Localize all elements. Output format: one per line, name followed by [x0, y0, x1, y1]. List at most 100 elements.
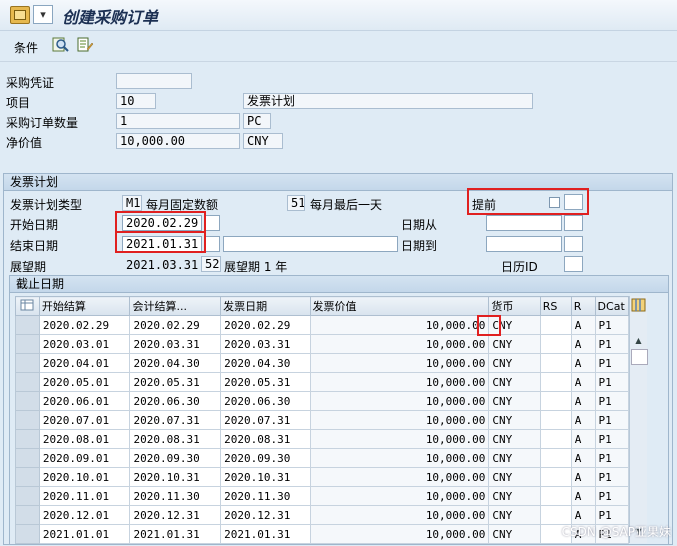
row-selector[interactable] — [15, 524, 40, 544]
cell-acct[interactable]: 2020.09.30 — [129, 448, 222, 468]
cell-dcat[interactable]: P1 — [594, 315, 629, 335]
table-row[interactable]: 2020.09.01 2020.09.30 2020.09.30 10,000.00 C… — [15, 448, 629, 468]
col-header-acct[interactable]: 会计结算... — [129, 296, 222, 316]
cell-start[interactable]: 2020.05.01 — [38, 372, 131, 392]
cell-rs[interactable] — [539, 467, 572, 487]
cell-start[interactable]: 2020.02.29 — [38, 315, 131, 335]
cell-rs[interactable] — [539, 486, 572, 506]
cell-value[interactable]: 10,000.00 — [309, 372, 490, 392]
cell-dcat[interactable]: P1 — [594, 391, 629, 411]
item-text-field[interactable]: 发票计划 — [243, 93, 533, 109]
scroll-up-button[interactable]: ▲ — [631, 334, 646, 348]
cell-acct[interactable]: 2020.02.29 — [129, 315, 222, 335]
row-selector[interactable] — [15, 505, 40, 525]
cell-invoice-date[interactable]: 2020.12.31 — [220, 505, 311, 525]
cell-dcat[interactable]: P1 — [594, 353, 629, 373]
cell-r[interactable]: A — [570, 372, 596, 392]
cell-value[interactable]: 10,000.00 — [309, 315, 490, 335]
table-row[interactable]: 2020.11.01 2020.11.30 2020.11.30 10,000.00 C… — [15, 486, 629, 506]
cell-invoice-date[interactable]: 2020.11.30 — [220, 486, 311, 506]
cell-invoice-date[interactable]: 2020.08.31 — [220, 429, 311, 449]
row-selector[interactable] — [15, 429, 40, 449]
net-currency-field[interactable]: CNY — [243, 133, 283, 149]
calendar-field[interactable] — [564, 256, 583, 272]
cell-acct[interactable]: 2020.10.31 — [129, 467, 222, 487]
cell-rs[interactable] — [539, 410, 572, 430]
cell-rs[interactable] — [539, 448, 572, 468]
conditions-button[interactable]: 条件 — [14, 39, 38, 56]
menu-dropdown-icon[interactable]: ▾ — [33, 5, 53, 24]
cell-invoice-date[interactable]: 2020.03.31 — [220, 334, 311, 354]
cell-r[interactable]: A — [570, 315, 596, 335]
end-date-text-field[interactable] — [223, 236, 398, 252]
cell-acct[interactable]: 2020.04.30 — [129, 353, 222, 373]
cell-dcat[interactable]: P1 — [594, 486, 629, 506]
row-selector[interactable] — [15, 372, 40, 392]
start-date-extra-field[interactable] — [205, 215, 220, 231]
qty-unit-field[interactable]: PC — [243, 113, 271, 129]
cell-start[interactable]: 2020.07.01 — [38, 410, 131, 430]
cell-acct[interactable]: 2020.03.31 — [129, 334, 222, 354]
cell-currency[interactable]: CNY — [488, 372, 541, 392]
table-row[interactable]: 2020.07.01 2020.07.31 2020.07.31 10,000.00 C… — [15, 410, 629, 430]
cell-rs[interactable] — [539, 315, 572, 335]
cell-invoice-date[interactable]: 2020.06.30 — [220, 391, 311, 411]
cell-invoice-date[interactable]: 2020.02.29 — [220, 315, 311, 335]
cell-dcat[interactable]: P1 — [594, 410, 629, 430]
table-row[interactable]: 2020.03.01 2020.03.31 2020.03.31 10,000.00 C… — [15, 334, 629, 354]
cell-dcat[interactable]: P1 — [594, 448, 629, 468]
cell-value[interactable]: 10,000.00 — [309, 505, 490, 525]
cell-dcat[interactable]: P1 — [594, 372, 629, 392]
cell-value[interactable]: 10,000.00 — [309, 486, 490, 506]
cell-acct[interactable]: 2020.07.31 — [129, 410, 222, 430]
advance-checkbox[interactable] — [549, 197, 560, 208]
col-header-r[interactable]: R — [570, 296, 596, 316]
cell-start[interactable]: 2021.01.01 — [38, 524, 131, 544]
col-header-value[interactable]: 发票价值 — [309, 296, 490, 316]
cell-start[interactable]: 2020.03.01 — [38, 334, 131, 354]
table-scrollbar[interactable]: ▲ ▼ — [629, 296, 648, 543]
cell-r[interactable]: A — [570, 486, 596, 506]
table-row[interactable]: 2020.08.01 2020.08.31 2020.08.31 10,000.00 C… — [15, 429, 629, 449]
cell-rs[interactable] — [539, 372, 572, 392]
cell-value[interactable]: 10,000.00 — [309, 334, 490, 354]
cell-currency[interactable]: CNY — [488, 505, 541, 525]
cell-rs[interactable] — [539, 391, 572, 411]
qty-field[interactable]: 1 — [116, 113, 240, 129]
row-selector[interactable] — [15, 391, 40, 411]
col-header-start[interactable]: 开始结算 — [38, 296, 131, 316]
cell-r[interactable]: A — [570, 410, 596, 430]
search-detail-icon[interactable] — [52, 37, 70, 53]
cell-currency[interactable]: CNY — [488, 410, 541, 430]
table-row[interactable]: 2020.05.01 2020.05.31 2020.05.31 10,000.00 C… — [15, 372, 629, 392]
cell-start[interactable]: 2020.06.01 — [38, 391, 131, 411]
row-selector[interactable] — [15, 353, 40, 373]
cell-rs[interactable] — [539, 334, 572, 354]
cell-r[interactable]: A — [570, 505, 596, 525]
net-value-field[interactable]: 10,000.00 — [116, 133, 240, 149]
row-selector[interactable] — [15, 410, 40, 430]
cell-r[interactable]: A — [570, 448, 596, 468]
item-field[interactable]: 10 — [116, 93, 156, 109]
cell-invoice-date[interactable]: 2020.07.31 — [220, 410, 311, 430]
table-row[interactable]: 2020.10.01 2020.10.31 2020.10.31 10,000.00 C… — [15, 467, 629, 487]
cell-r[interactable]: A — [570, 353, 596, 373]
cell-dcat[interactable]: P1 — [594, 429, 629, 449]
cell-r[interactable]: A — [570, 391, 596, 411]
cell-r[interactable]: A — [570, 467, 596, 487]
cell-currency[interactable]: CNY — [488, 448, 541, 468]
cell-acct[interactable]: 2020.08.31 — [129, 429, 222, 449]
date-to-extra-field[interactable] — [564, 236, 583, 252]
cell-currency[interactable]: CNY — [488, 486, 541, 506]
row-selector[interactable] — [15, 334, 40, 354]
cell-value[interactable]: 10,000.00 — [309, 353, 490, 373]
column-settings-icon[interactable] — [631, 297, 646, 313]
cell-r[interactable]: A — [570, 334, 596, 354]
cell-rs[interactable] — [539, 353, 572, 373]
cell-start[interactable]: 2020.11.01 — [38, 486, 131, 506]
cell-rs[interactable] — [539, 505, 572, 525]
cell-dcat[interactable]: P1 — [594, 505, 629, 525]
table-row[interactable]: 2020.04.01 2020.04.30 2020.04.30 10,000.00 C… — [15, 353, 629, 373]
table-row[interactable]: 2020.02.29 2020.02.29 2020.02.29 10,000.00 C… — [15, 315, 629, 335]
cell-currency[interactable]: CNY — [488, 334, 541, 354]
